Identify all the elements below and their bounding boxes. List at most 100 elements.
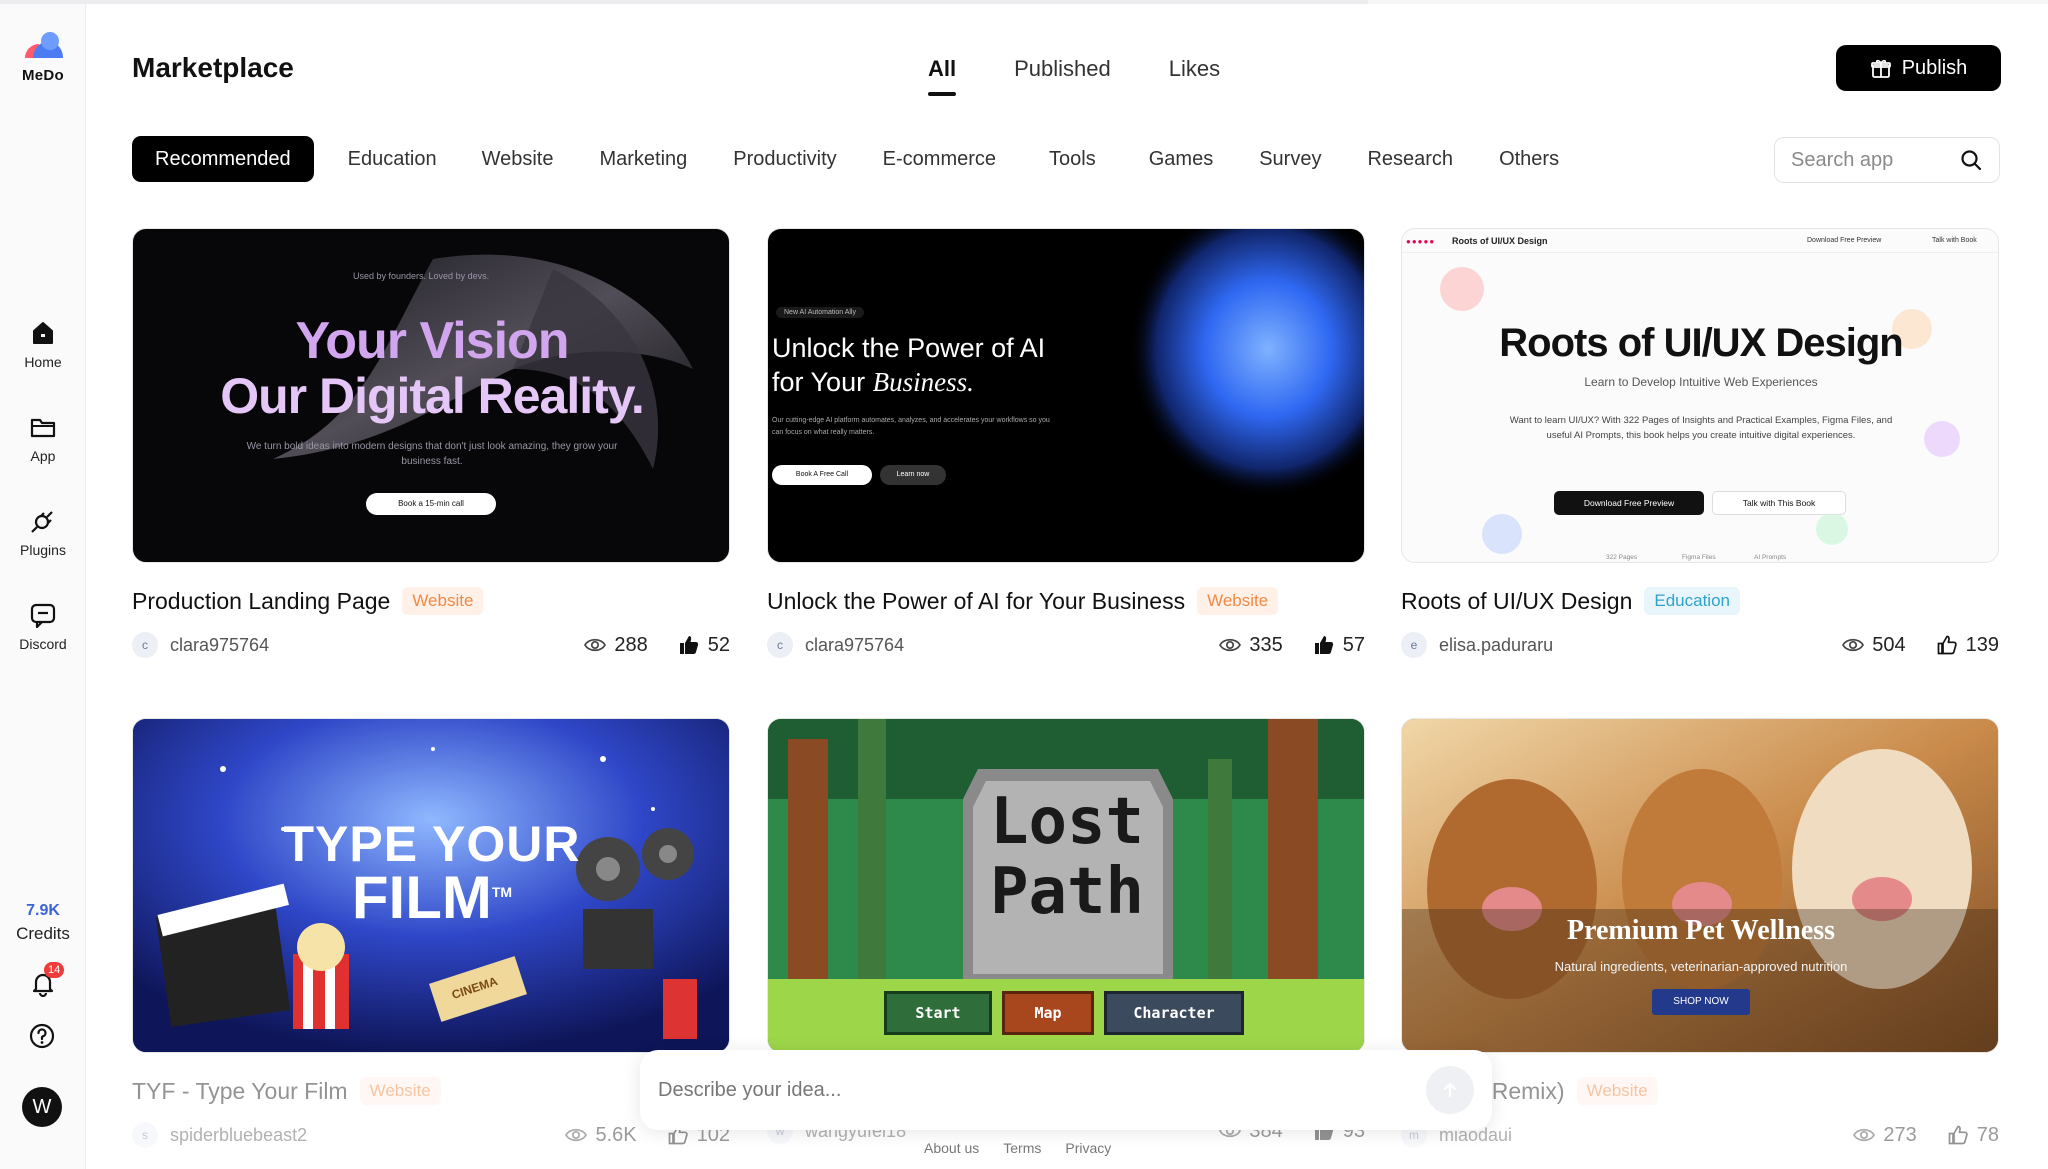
- sidebar-item-label: Discord: [19, 636, 67, 652]
- thumb-subtitle: Natural ingredients, veterinarian-approv…: [1554, 959, 1848, 974]
- help-icon[interactable]: [28, 1022, 56, 1050]
- credits-display[interactable]: 7.9K Credits: [0, 902, 86, 944]
- sidebar-item-home[interactable]: Home: [0, 318, 86, 370]
- category-marketing[interactable]: Marketing: [576, 136, 710, 182]
- sidebar-item-discord[interactable]: Discord: [0, 600, 86, 652]
- card-thumbnail[interactable]: ●●●●● Roots of UI/UX Design Download Fre…: [1401, 228, 1999, 563]
- sidebar-item-app[interactable]: App: [0, 412, 86, 464]
- app-card[interactable]: ●●●●● Roots of UI/UX Design Download Fre…: [1401, 228, 1999, 659]
- thumbs-up-outline-icon[interactable]: [1947, 1124, 1969, 1146]
- user-avatar[interactable]: W: [22, 1087, 62, 1127]
- thumb-btn: Start: [884, 991, 992, 1035]
- home-icon: [33, 322, 53, 344]
- thumb-headline: Your Vision: [295, 312, 569, 370]
- card-title[interactable]: Production Landing Page: [132, 588, 390, 615]
- category-research[interactable]: Research: [1344, 136, 1476, 182]
- card-thumbnail[interactable]: Lost Path Start Map Character: [767, 718, 1365, 1053]
- thumb-dots: ●●●●●: [1406, 237, 1436, 246]
- view-count: 288: [614, 633, 648, 656]
- eye-icon: [565, 1128, 588, 1142]
- card-thumbnail[interactable]: TYPE YOUR FILMTM CINEMA: [132, 718, 730, 1053]
- eye-icon: [584, 638, 607, 652]
- search-icon[interactable]: [1959, 148, 1983, 172]
- sidebar-item-label: Home: [24, 354, 62, 370]
- view-count: 273: [1883, 1123, 1917, 1146]
- category-tools[interactable]: Tools: [1019, 136, 1126, 182]
- folder-icon: [30, 418, 56, 438]
- idea-prompt-bar: [640, 1050, 1492, 1130]
- author-name[interactable]: clara975764: [805, 635, 904, 656]
- thumbs-up-filled-icon[interactable]: [678, 634, 700, 656]
- thumb-desc: We turn bold ideas into modern designs t…: [246, 441, 618, 467]
- send-button[interactable]: [1426, 1066, 1474, 1114]
- credits-value: 7.9K: [26, 902, 60, 919]
- footer-terms-link[interactable]: Terms: [1003, 1140, 1041, 1156]
- footer-about-link[interactable]: About us: [924, 1140, 979, 1156]
- card-tag: Website: [1576, 1077, 1658, 1105]
- search-input[interactable]: [1791, 148, 1951, 172]
- eye-icon: [1219, 638, 1242, 652]
- page-title: Marketplace: [132, 52, 294, 83]
- tab-all[interactable]: All: [928, 56, 957, 96]
- category-education[interactable]: Education: [326, 136, 459, 182]
- footer-privacy-link[interactable]: Privacy: [1065, 1140, 1111, 1156]
- thumb-desc: Want to learn UI/UX? With 322 Pages of I…: [1509, 415, 1893, 441]
- arrow-up-icon: [1443, 1082, 1457, 1098]
- thumb-nav-title: Roots of UI/UX Design: [1452, 236, 1548, 246]
- card-tag: Website: [359, 1077, 441, 1105]
- card-title[interactable]: TYF - Type Your Film: [132, 1078, 348, 1105]
- card-thumbnail[interactable]: Premium Pet Wellness Natural ingredients…: [1401, 718, 1999, 1053]
- card-title[interactable]: Roots of UI/UX Design: [1401, 588, 1632, 615]
- thumbs-up-filled-icon[interactable]: [1313, 634, 1335, 656]
- card-title[interactable]: Unlock the Power of AI for Your Business: [767, 588, 1185, 615]
- top-loading-strip: [0, 0, 2048, 4]
- category-productivity[interactable]: Productivity: [710, 136, 859, 182]
- thumb-foot: AI Prompts: [1754, 554, 1787, 561]
- thumb-btn: Map: [1002, 991, 1094, 1035]
- card-thumbnail[interactable]: New AI Automation Ally Unlock the Power …: [767, 228, 1365, 563]
- card-tag: Education: [1644, 587, 1740, 615]
- publish-label: Publish: [1901, 56, 1968, 79]
- tab-published[interactable]: Published: [1014, 56, 1111, 96]
- thumbs-up-outline-icon[interactable]: [1936, 634, 1958, 656]
- category-recommended[interactable]: Recommended: [132, 136, 314, 182]
- search-box: [1774, 137, 2000, 183]
- thumb-btn-primary: Book A Free Call: [772, 465, 872, 485]
- thumb-desc: Our cutting-edge AI platform automates, …: [772, 417, 1050, 436]
- thumb-badge: New AI Automation Ally: [776, 307, 864, 318]
- category-ecommerce[interactable]: E-commerce: [860, 136, 1019, 182]
- view-count: 504: [1872, 633, 1906, 656]
- sidebar-item-plugins[interactable]: Plugins: [0, 506, 86, 558]
- logo[interactable]: MeDo: [16, 28, 70, 84]
- view-count: 5.6K: [595, 1123, 637, 1146]
- card-thumbnail[interactable]: Used by founders. Loved by devs. Your Vi…: [132, 228, 730, 563]
- category-filter: Recommended Education Website Marketing …: [132, 136, 1582, 182]
- author-name[interactable]: elisa.paduraru: [1439, 635, 1553, 656]
- publish-button[interactable]: Publish: [1836, 45, 2001, 91]
- sidebar-item-label: Plugins: [20, 542, 66, 558]
- idea-input[interactable]: [658, 1078, 1426, 1102]
- tab-likes[interactable]: Likes: [1169, 56, 1220, 96]
- thumb-headline: Roots of UI/UX Design: [1499, 321, 1903, 365]
- thumb-headline: Unlock the Power of AI: [772, 333, 1046, 363]
- category-games[interactable]: Games: [1126, 136, 1236, 182]
- thumb-headline-2: FILMTM: [351, 864, 513, 931]
- medo-logo-icon: [25, 32, 64, 58]
- thumb-foot: 322 Pages: [1606, 554, 1638, 561]
- app-card[interactable]: Used by founders. Loved by devs. Your Vi…: [132, 228, 730, 659]
- plug-icon: [31, 511, 53, 533]
- thumb-btn-secondary: Learn now: [880, 465, 946, 485]
- thumb-subtitle: Learn to Develop Intuitive Web Experienc…: [1584, 375, 1818, 389]
- thumb-headline: Lost: [989, 785, 1145, 859]
- thumb-btn: Character: [1104, 991, 1244, 1035]
- credits-label: Credits: [16, 924, 70, 943]
- category-survey[interactable]: Survey: [1236, 136, 1344, 182]
- author-name[interactable]: spiderbluebeast2: [170, 1125, 307, 1146]
- category-others[interactable]: Others: [1476, 136, 1582, 182]
- thumb-small-text: Used by founders. Loved by devs.: [353, 271, 490, 281]
- author-name[interactable]: clara975764: [170, 635, 269, 656]
- sidebar: MeDo Home App Plugins Discord 7.9K Credi…: [0, 4, 86, 1169]
- category-website[interactable]: Website: [459, 136, 577, 182]
- app-card[interactable]: New AI Automation Ally Unlock the Power …: [767, 228, 1365, 659]
- thumb-cta: SHOP NOW: [1652, 989, 1750, 1015]
